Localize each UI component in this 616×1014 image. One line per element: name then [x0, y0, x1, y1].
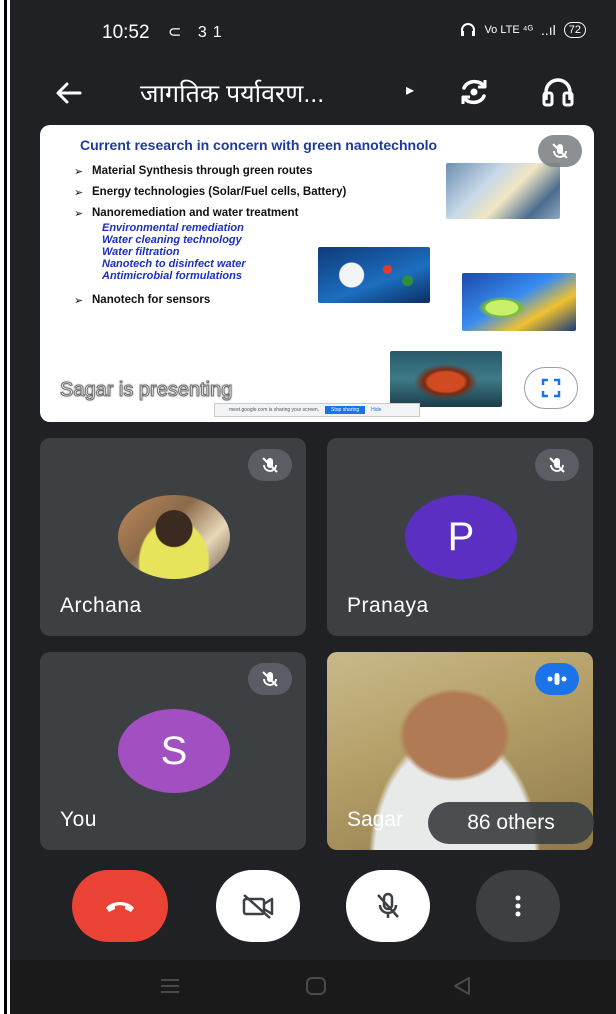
slide-sub-item: Environmental remediation [102, 222, 244, 234]
screen-border [0, 0, 10, 1014]
slide-sub-item: Water cleaning technology [102, 234, 242, 246]
more-vert-icon [515, 895, 521, 917]
hide-link[interactable]: Hide [371, 407, 381, 413]
participant-name: Pranaya [347, 594, 429, 617]
others-count-chip[interactable]: 86 others [428, 802, 594, 844]
participant-tile-pranaya[interactable]: P Pranaya [327, 438, 593, 636]
solar-panel-image [446, 163, 560, 219]
participant-name: Sagar [347, 808, 404, 831]
recents-icon[interactable] [158, 974, 182, 998]
slide-bullet: Energy technologies (Solar/Fuel cells, B… [74, 186, 434, 199]
bacteria-sensor-image [462, 273, 576, 331]
meet-screen: 10:52 ⊂ 31 Vo LTE ⁴ᴳ ..ıl 72 जागतिक पर्य… [10, 0, 616, 1014]
caret-right-icon[interactable]: ▸ [406, 80, 414, 100]
signal-icon: ..ıl [540, 22, 556, 38]
slide-bullet: Material Synthesis through green routes [74, 165, 434, 178]
avatar: S [118, 709, 230, 793]
speaking-indicator-icon [535, 663, 579, 695]
camera-toggle-button[interactable] [216, 870, 300, 942]
network-type: Vo LTE ⁴ᴳ [484, 24, 533, 36]
android-nav-bar [10, 960, 616, 1014]
nanoparticle-image [318, 247, 430, 303]
fullscreen-icon [541, 378, 561, 398]
fullscreen-button[interactable] [524, 367, 578, 409]
mic-toggle-button[interactable] [346, 870, 430, 942]
back-arrow-icon[interactable] [52, 76, 86, 110]
mic-off-icon [248, 449, 292, 481]
presenter-label: Sagar is presenting [59, 379, 233, 402]
battery-icon: 72 [563, 22, 586, 38]
camera-off-icon [242, 894, 274, 919]
meeting-title[interactable]: जागतिक पर्यावरण... [140, 76, 324, 110]
slide-bullet: Nanoremediation and water treatment [74, 207, 434, 220]
screen-share-notice: meet.google.com is sharing your screen. … [214, 403, 420, 417]
headphones-icon[interactable] [538, 72, 578, 112]
share-notice-text: meet.google.com is sharing your screen. [229, 407, 320, 413]
oil-spill-image [390, 351, 502, 407]
participant-tile-you[interactable]: S You [40, 652, 306, 850]
mic-off-icon [538, 135, 582, 167]
home-icon[interactable] [304, 974, 328, 998]
status-notification-icons: ⊂ 31 [168, 24, 228, 41]
end-call-button[interactable] [72, 870, 168, 942]
switch-camera-icon[interactable] [454, 72, 494, 112]
presentation-tile[interactable]: Current research in concern with green n… [40, 125, 594, 422]
participant-name: You [60, 808, 97, 831]
status-system-icons: Vo LTE ⁴ᴳ ..ıl 72 [460, 22, 586, 38]
status-time: 10:52 [102, 22, 150, 43]
avatar: P [405, 495, 517, 579]
participant-name: Archana [60, 594, 142, 617]
more-options-button[interactable] [476, 870, 560, 942]
status-bar: 10:52 ⊂ 31 Vo LTE ⁴ᴳ ..ıl 72 [10, 0, 616, 66]
avatar [118, 495, 230, 579]
mic-off-icon [377, 892, 399, 918]
stop-sharing-button[interactable]: Stop sharing [325, 406, 366, 414]
mic-off-icon [248, 663, 292, 695]
participant-tile-archana[interactable]: Archana [40, 438, 306, 636]
hang-up-icon [106, 902, 134, 912]
app-bar: जागतिक पर्यावरण... ▸ [10, 66, 616, 122]
headset-status-icon [461, 23, 476, 36]
back-icon[interactable] [450, 974, 474, 998]
mic-off-icon [535, 449, 579, 481]
slide-title: Current research in concern with green n… [80, 137, 438, 153]
